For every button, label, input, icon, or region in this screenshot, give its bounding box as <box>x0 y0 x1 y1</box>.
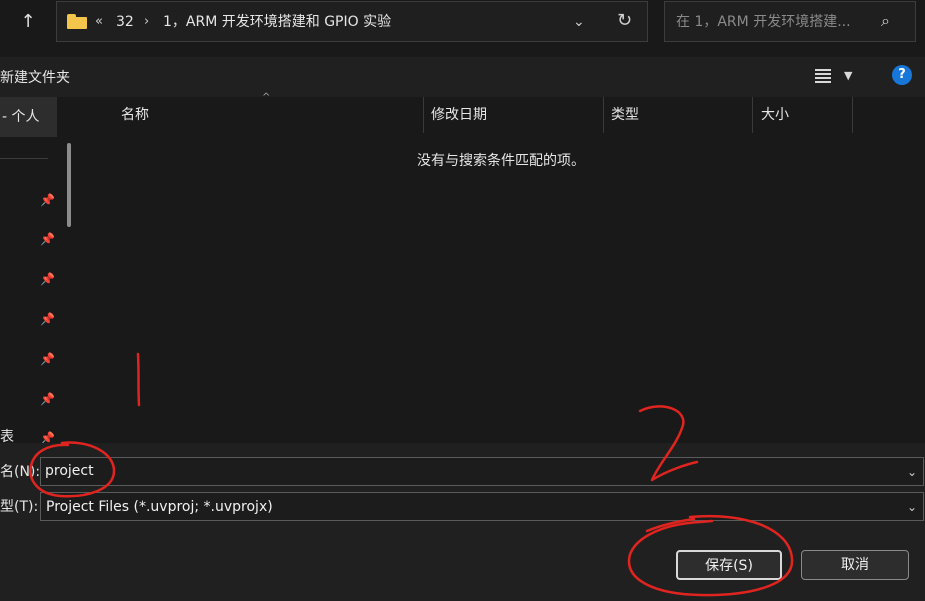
annotation-mark-1 <box>136 352 141 407</box>
annotation-stroke <box>645 517 696 533</box>
annotation-mark-2 <box>638 405 699 482</box>
annotation-overlay <box>29 352 794 597</box>
annotation-circle-filename <box>29 441 116 498</box>
